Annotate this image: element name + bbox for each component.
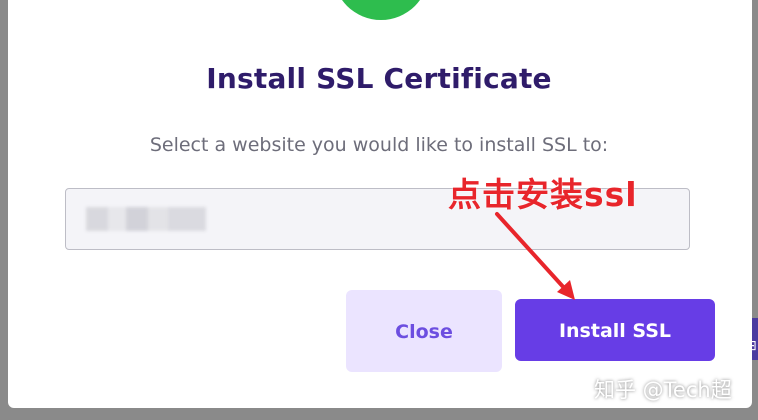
modal-title: Install SSL Certificate: [206, 62, 552, 95]
blurred-website-value: [86, 207, 206, 231]
modal-subtitle: Select a website you would like to insta…: [149, 134, 609, 156]
watermark: 知乎 @Tech超: [594, 378, 732, 402]
install-ssl-button[interactable]: Install SSL: [515, 299, 715, 361]
annotation-label: 点击安装ssl: [448, 175, 638, 214]
close-button[interactable]: Close: [346, 290, 502, 372]
